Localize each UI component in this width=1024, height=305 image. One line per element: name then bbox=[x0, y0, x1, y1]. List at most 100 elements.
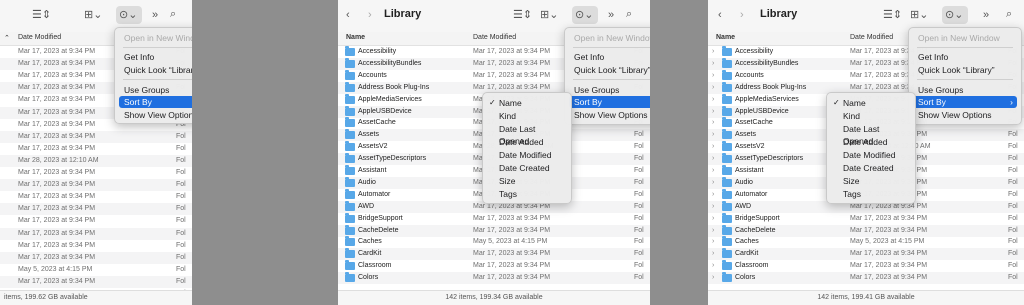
grid-view-icon[interactable]: ⊞⌄ bbox=[910, 8, 928, 22]
disclosure-chevron-icon[interactable]: › bbox=[712, 189, 714, 201]
table-row[interactable]: Mar 17, 2023 at 9:34 PM Fol bbox=[0, 251, 192, 264]
table-row[interactable]: Mar 17, 2023 at 9:34 PM Fol bbox=[0, 240, 192, 252]
table-row[interactable]: Classroom Mar 17, 2023 at 9:34 PM Fol bbox=[338, 260, 650, 272]
disclosure-chevron-icon[interactable]: › bbox=[712, 225, 714, 237]
menu-get-info[interactable]: Get Info bbox=[569, 51, 650, 63]
table-row[interactable]: Mar 17, 2023 at 9:34 PM Fol bbox=[0, 179, 192, 192]
table-row[interactable]: Colors Mar 17, 2023 at 9:34 PM Fol bbox=[338, 272, 650, 285]
list-view-icon[interactable]: ☰⇕ bbox=[883, 8, 902, 22]
double-chevron-icon[interactable]: » bbox=[152, 8, 158, 22]
disclosure-chevron-icon[interactable]: › bbox=[712, 106, 714, 118]
chevron-left-icon[interactable]: ‹ bbox=[718, 8, 722, 22]
double-chevron-icon[interactable]: » bbox=[983, 8, 989, 22]
table-row[interactable]: CardKit Mar 17, 2023 at 9:34 PM Fol bbox=[338, 248, 650, 261]
menu-quick-look[interactable]: Quick Look “Library” bbox=[913, 64, 1017, 76]
table-row[interactable]: Mar 17, 2023 at 9:34 PM Fol bbox=[0, 130, 192, 143]
grid-view-icon[interactable]: ⊞⌄ bbox=[84, 8, 102, 22]
disclosure-chevron-icon[interactable]: › bbox=[712, 70, 714, 82]
sort-option[interactable]: Date Created bbox=[487, 162, 567, 174]
sort-option[interactable]: Date Last Opened bbox=[831, 123, 911, 146]
disclosure-chevron-icon[interactable]: › bbox=[712, 94, 714, 106]
table-row[interactable]: › CacheDelete Mar 17, 2023 at 9:34 PM Fol bbox=[708, 224, 1024, 237]
menu-quick-look[interactable]: Quick Look “Library” bbox=[569, 64, 650, 76]
table-row[interactable]: Caches May 5, 2023 at 4:15 PM Fol bbox=[338, 236, 650, 248]
window-title: Library bbox=[760, 8, 798, 20]
header-date-modified[interactable]: Date Modified bbox=[473, 34, 516, 41]
sort-option[interactable]: Date Modified bbox=[487, 149, 567, 161]
menu-quick-look[interactable]: Quick Look “Library” bbox=[119, 64, 192, 76]
sort-option[interactable]: ✓ Name bbox=[831, 97, 911, 109]
double-chevron-icon[interactable]: » bbox=[608, 8, 614, 22]
menu-sort-by[interactable]: Sort By› bbox=[913, 96, 1017, 108]
table-row[interactable]: Mar 17, 2023 at 9:34 PM Fol bbox=[0, 167, 192, 179]
menu-use-groups[interactable]: Use Groups bbox=[569, 84, 650, 96]
table-row[interactable]: › BridgeSupport Mar 17, 2023 at 9:34 PM Fol bbox=[708, 212, 1024, 225]
table-row[interactable]: Mar 17, 2023 at 9:34 PM Fol bbox=[0, 143, 192, 155]
disclosure-chevron-icon[interactable]: › bbox=[712, 272, 714, 284]
table-row[interactable]: › CardKit Mar 17, 2023 at 9:34 PM Fol bbox=[708, 248, 1024, 261]
table-row[interactable]: Mar 17, 2023 at 9:34 PM Fol bbox=[0, 215, 192, 227]
disclosure-chevron-icon[interactable]: › bbox=[712, 248, 714, 260]
header-name[interactable]: Name bbox=[716, 34, 735, 41]
chevron-left-icon[interactable]: ‹ bbox=[346, 8, 350, 22]
table-row[interactable]: Mar 28, 2023 at 12:10 AM Fol bbox=[0, 154, 192, 167]
grid-view-icon[interactable]: ⊞⌄ bbox=[540, 8, 558, 22]
table-row[interactable]: BridgeSupport Mar 17, 2023 at 9:34 PM Fol bbox=[338, 212, 650, 225]
sort-option[interactable]: Kind bbox=[487, 110, 567, 122]
disclosure-chevron-icon[interactable]: › bbox=[712, 58, 714, 70]
table-row[interactable]: › Caches May 5, 2023 at 4:15 PM Fol bbox=[708, 236, 1024, 248]
disclosure-chevron-icon[interactable]: › bbox=[712, 117, 714, 129]
header-name[interactable]: Name bbox=[346, 34, 365, 41]
disclosure-chevron-icon[interactable]: › bbox=[712, 260, 714, 272]
table-row[interactable]: May 5, 2023 at 4:15 PM Fol bbox=[0, 264, 192, 276]
menu-use-groups[interactable]: Use Groups bbox=[913, 84, 1017, 96]
disclosure-chevron-icon[interactable]: › bbox=[712, 213, 714, 225]
disclosure-chevron-icon[interactable]: › bbox=[712, 153, 714, 165]
menu-show-view-options[interactable]: Show View Options bbox=[119, 109, 192, 121]
sort-option[interactable]: Date Created bbox=[831, 162, 911, 174]
disclosure-chevron-icon[interactable]: › bbox=[712, 201, 714, 213]
sort-option[interactable]: Kind bbox=[831, 110, 911, 122]
search-icon[interactable]: ⌕ bbox=[626, 7, 632, 21]
sort-option[interactable]: Size bbox=[831, 175, 911, 187]
table-row[interactable]: Mar 17, 2023 at 9:34 PM Fol bbox=[0, 191, 192, 203]
menu-show-view-options[interactable]: Show View Options bbox=[569, 109, 650, 121]
menu-show-view-options[interactable]: Show View Options bbox=[913, 109, 1017, 121]
search-icon[interactable]: ⌕ bbox=[170, 7, 176, 21]
table-row[interactable]: CacheDelete Mar 17, 2023 at 9:34 PM Fol bbox=[338, 224, 650, 237]
disclosure-chevron-icon[interactable]: › bbox=[712, 46, 714, 58]
disclosure-chevron-icon[interactable]: › bbox=[712, 129, 714, 141]
table-row[interactable]: Mar 17, 2023 at 9:34 PM Fol bbox=[0, 275, 192, 288]
sort-option[interactable]: Date Modified bbox=[831, 149, 911, 161]
sort-option[interactable]: Date Added bbox=[487, 136, 567, 148]
disclosure-chevron-icon[interactable]: › bbox=[712, 165, 714, 177]
chevron-right-icon[interactable]: › bbox=[368, 8, 372, 22]
table-row[interactable]: › Classroom Mar 17, 2023 at 9:34 PM Fol bbox=[708, 260, 1024, 272]
table-row[interactable]: › Colors Mar 17, 2023 at 9:34 PM Fol bbox=[708, 272, 1024, 285]
folder-icon bbox=[722, 165, 732, 175]
disclosure-chevron-icon[interactable]: › bbox=[712, 177, 714, 189]
menu-get-info[interactable]: Get Info bbox=[913, 51, 1017, 63]
header-date-modified[interactable]: Date Modified bbox=[850, 34, 893, 41]
sort-option[interactable]: Tags bbox=[487, 188, 567, 200]
disclosure-chevron-icon[interactable]: › bbox=[712, 236, 714, 248]
row-date: Mar 17, 2023 at 9:34 PM bbox=[850, 214, 928, 222]
sort-option[interactable]: Tags bbox=[831, 188, 911, 200]
chevron-right-icon[interactable]: › bbox=[740, 8, 744, 22]
menu-sort-by[interactable]: Sort By› bbox=[119, 96, 192, 108]
sort-option[interactable]: ✓ Name bbox=[487, 97, 567, 109]
list-view-icon[interactable]: ☰⇕ bbox=[513, 8, 532, 22]
menu-use-groups[interactable]: Use Groups bbox=[119, 84, 192, 96]
header-date-modified[interactable]: Date Modified bbox=[18, 34, 61, 41]
list-view-icon[interactable]: ☰⇕ bbox=[32, 8, 51, 22]
disclosure-chevron-icon[interactable]: › bbox=[712, 141, 714, 153]
sort-option[interactable]: Date Last Opened bbox=[487, 123, 567, 146]
search-icon[interactable]: ⌕ bbox=[1006, 7, 1012, 21]
disclosure-chevron-icon[interactable]: › bbox=[712, 82, 714, 94]
menu-sort-by[interactable]: Sort By› bbox=[569, 96, 650, 108]
sort-option[interactable]: Date Added bbox=[831, 136, 911, 148]
table-row[interactable]: Mar 17, 2023 at 9:34 PM Fol bbox=[0, 203, 192, 216]
table-row[interactable]: Mar 17, 2023 at 9:34 PM Fol bbox=[0, 227, 192, 240]
sort-option[interactable]: Size bbox=[487, 175, 567, 187]
menu-get-info[interactable]: Get Info bbox=[119, 51, 192, 63]
